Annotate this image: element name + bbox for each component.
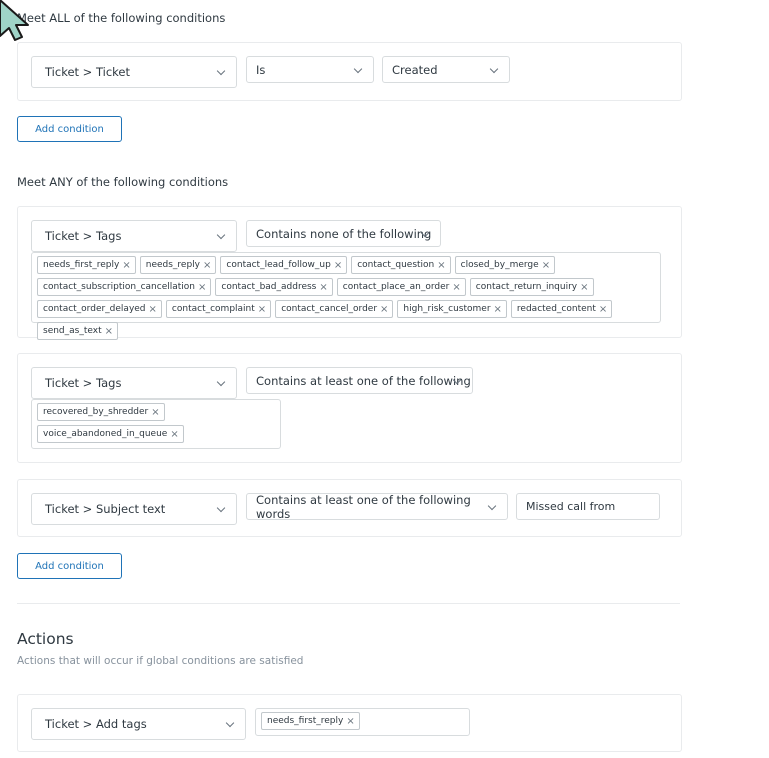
- select-value: Ticket > Tags: [45, 229, 122, 243]
- tag-label: contact_return_inquiry: [475, 282, 578, 292]
- close-icon[interactable]: ×: [198, 282, 206, 293]
- chevron-down-icon: [216, 230, 226, 240]
- tag-input[interactable]: needs_first_reply ×: [255, 708, 470, 736]
- any-condition-group-2: Ticket > Tags Contains at least one of t…: [17, 353, 682, 463]
- tag-label: contact_subscription_cancellation: [43, 282, 195, 292]
- subject-text-input[interactable]: Missed call from: [516, 493, 660, 520]
- tag: needs_first_reply ×: [261, 712, 360, 730]
- close-icon[interactable]: ×: [170, 429, 178, 440]
- tag-label: closed_by_merge: [460, 260, 539, 270]
- tag-label: send_as_text: [43, 326, 102, 336]
- tag-label: contact_cancel_order: [281, 304, 378, 314]
- all-conditions-title: Meet ALL of the following conditions: [17, 11, 226, 25]
- select-value: Ticket > Ticket: [45, 65, 130, 79]
- any-condition-group-1: Ticket > Tags Contains none of the follo…: [17, 206, 682, 340]
- tag-label: contact_question: [357, 260, 435, 270]
- condition-field-select[interactable]: Ticket > Ticket: [31, 56, 237, 88]
- action-group: Ticket > Add tags needs_first_reply ×: [17, 694, 682, 752]
- tag-label: recovered_by_shredder: [43, 407, 149, 417]
- select-value: Created: [392, 62, 438, 77]
- all-conditions-group: Ticket > Ticket Is Created: [17, 42, 682, 101]
- close-icon[interactable]: ×: [203, 260, 211, 271]
- chevron-down-icon: [489, 64, 499, 73]
- condition-operator-select[interactable]: Contains none of the following: [246, 220, 441, 247]
- tag: closed_by_merge ×: [454, 256, 556, 274]
- tag: send_as_text ×: [37, 322, 119, 340]
- condition-operator-select[interactable]: Is: [246, 56, 374, 83]
- tag: contact_lead_follow_up ×: [220, 256, 348, 274]
- close-icon[interactable]: ×: [580, 282, 588, 293]
- select-value: Ticket > Add tags: [45, 717, 147, 731]
- tag-input[interactable]: needs_first_reply × needs_reply × contact_le…: [31, 252, 661, 340]
- tag-label: needs_first_reply: [43, 260, 120, 270]
- input-value: Missed call from: [526, 500, 616, 513]
- add-condition-button[interactable]: Add condition: [17, 116, 122, 142]
- tag: contact_cancel_order ×: [275, 300, 394, 318]
- tag-label: contact_lead_follow_up: [226, 260, 331, 270]
- tag: contact_order_delayed ×: [37, 300, 162, 318]
- close-icon[interactable]: ×: [122, 260, 130, 271]
- close-icon[interactable]: ×: [149, 304, 157, 315]
- close-icon[interactable]: ×: [319, 282, 327, 293]
- tag: contact_bad_address ×: [215, 278, 333, 296]
- close-icon[interactable]: ×: [380, 304, 388, 315]
- chevron-down-icon: [216, 66, 226, 76]
- condition-operator-select[interactable]: Contains at least one of the following: [246, 367, 473, 394]
- actions-title: Actions: [17, 630, 74, 648]
- condition-field-select[interactable]: Ticket > Tags: [31, 367, 237, 399]
- tag: contact_question ×: [351, 256, 451, 274]
- close-icon[interactable]: ×: [494, 304, 502, 315]
- section-divider: [17, 603, 680, 604]
- condition-field-select[interactable]: Ticket > Tags: [31, 220, 237, 252]
- add-condition-button[interactable]: Add condition: [17, 553, 122, 579]
- close-icon[interactable]: ×: [334, 260, 342, 271]
- tag-label: contact_order_delayed: [43, 304, 146, 314]
- chevron-down-icon: [353, 64, 363, 73]
- tag-label: needs_reply: [145, 260, 201, 270]
- close-icon[interactable]: ×: [105, 326, 113, 337]
- condition-operator-select[interactable]: Contains at least one of the following w…: [246, 492, 508, 521]
- condition-value-select[interactable]: Created: [382, 56, 510, 83]
- tag-label: contact_bad_address: [221, 282, 317, 292]
- tag: recovered_by_shredder ×: [37, 403, 165, 421]
- tag-label: contact_complaint: [171, 304, 255, 314]
- any-conditions-title: Meet ANY of the following conditions: [17, 175, 229, 189]
- tag: contact_subscription_cancellation ×: [37, 278, 212, 296]
- tag-label: contact_place_an_order: [342, 282, 450, 292]
- tag-label: redacted_content: [516, 304, 596, 314]
- condition-field-select[interactable]: Ticket > Subject text: [31, 493, 237, 525]
- chevron-down-icon: [216, 503, 226, 513]
- chevron-down-icon: [216, 377, 226, 387]
- actions-subtitle: Actions that will occur if global condit…: [17, 655, 304, 667]
- select-value: Ticket > Subject text: [45, 502, 166, 516]
- tag: needs_first_reply ×: [37, 256, 136, 274]
- mouse-pointer-icon: [0, 0, 29, 41]
- tag-label: high_risk_customer: [403, 304, 491, 314]
- action-field-select[interactable]: Ticket > Add tags: [31, 708, 246, 740]
- tag: high_risk_customer ×: [397, 300, 507, 318]
- tag: needs_reply ×: [139, 256, 217, 274]
- tag-label: needs_first_reply: [267, 716, 344, 726]
- close-icon[interactable]: ×: [437, 260, 445, 271]
- tag: contact_place_an_order ×: [336, 278, 466, 296]
- close-icon[interactable]: ×: [452, 282, 460, 293]
- select-value: Contains none of the following: [256, 226, 432, 241]
- close-icon[interactable]: ×: [346, 716, 354, 727]
- close-icon[interactable]: ×: [151, 407, 159, 418]
- tag: voice_abandoned_in_queue ×: [37, 425, 184, 443]
- select-value: Is: [256, 62, 266, 77]
- select-value: Contains at least one of the following: [256, 373, 471, 388]
- any-condition-group-3: Ticket > Subject text Contains at least …: [17, 479, 682, 537]
- tag: contact_return_inquiry ×: [469, 278, 594, 296]
- close-icon[interactable]: ×: [599, 304, 607, 315]
- tag-input[interactable]: recovered_by_shredder × voice_abandoned_i…: [31, 399, 281, 449]
- select-value: Ticket > Tags: [45, 376, 122, 390]
- close-icon[interactable]: ×: [542, 260, 550, 271]
- chevron-down-icon: [225, 718, 235, 728]
- tag-label: voice_abandoned_in_queue: [43, 429, 168, 439]
- tag: contact_complaint ×: [165, 300, 272, 318]
- select-value: Contains at least one of the following w…: [256, 492, 471, 521]
- tag: redacted_content ×: [510, 300, 613, 318]
- close-icon[interactable]: ×: [258, 304, 266, 315]
